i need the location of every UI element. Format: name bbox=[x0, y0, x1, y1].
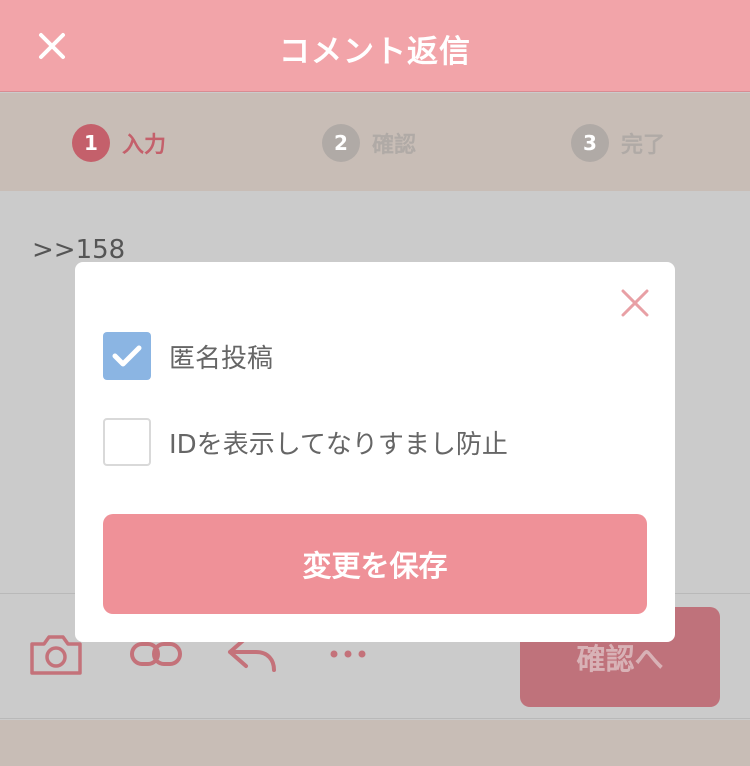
anonymous-label: 匿名投稿 bbox=[169, 343, 274, 374]
checkmark-icon bbox=[112, 345, 142, 367]
step-number: 3 bbox=[571, 124, 609, 162]
step-confirm: 2 確認 bbox=[322, 123, 416, 163]
anonymous-option[interactable]: 匿名投稿 bbox=[103, 332, 273, 380]
step-complete: 3 完了 bbox=[571, 123, 665, 163]
footer-bar bbox=[0, 720, 750, 766]
page-title: コメント返信 bbox=[279, 34, 471, 70]
save-changes-button[interactable]: 変更を保存 bbox=[103, 514, 647, 614]
step-input: 1 入力 bbox=[72, 123, 166, 163]
step-label: 確認 bbox=[372, 133, 417, 158]
step-label: 完了 bbox=[621, 133, 666, 158]
step-label: 入力 bbox=[122, 133, 167, 158]
posting-options-modal: 匿名投稿 IDを表示してなりすまし防止 変更を保存 bbox=[75, 262, 675, 642]
modal-close-icon[interactable] bbox=[620, 288, 650, 318]
show-id-checkbox[interactable] bbox=[103, 418, 151, 466]
show-id-option[interactable]: IDを表示してなりすまし防止 bbox=[103, 418, 508, 466]
app-header: コメント返信 bbox=[0, 0, 750, 92]
comment-text: >>158 bbox=[32, 235, 126, 265]
anonymous-checkbox[interactable] bbox=[103, 332, 151, 380]
step-indicator: 1 入力 2 確認 3 完了 bbox=[0, 93, 750, 191]
step-number: 2 bbox=[322, 124, 360, 162]
step-number: 1 bbox=[72, 124, 110, 162]
show-id-label: IDを表示してなりすまし防止 bbox=[169, 429, 508, 460]
